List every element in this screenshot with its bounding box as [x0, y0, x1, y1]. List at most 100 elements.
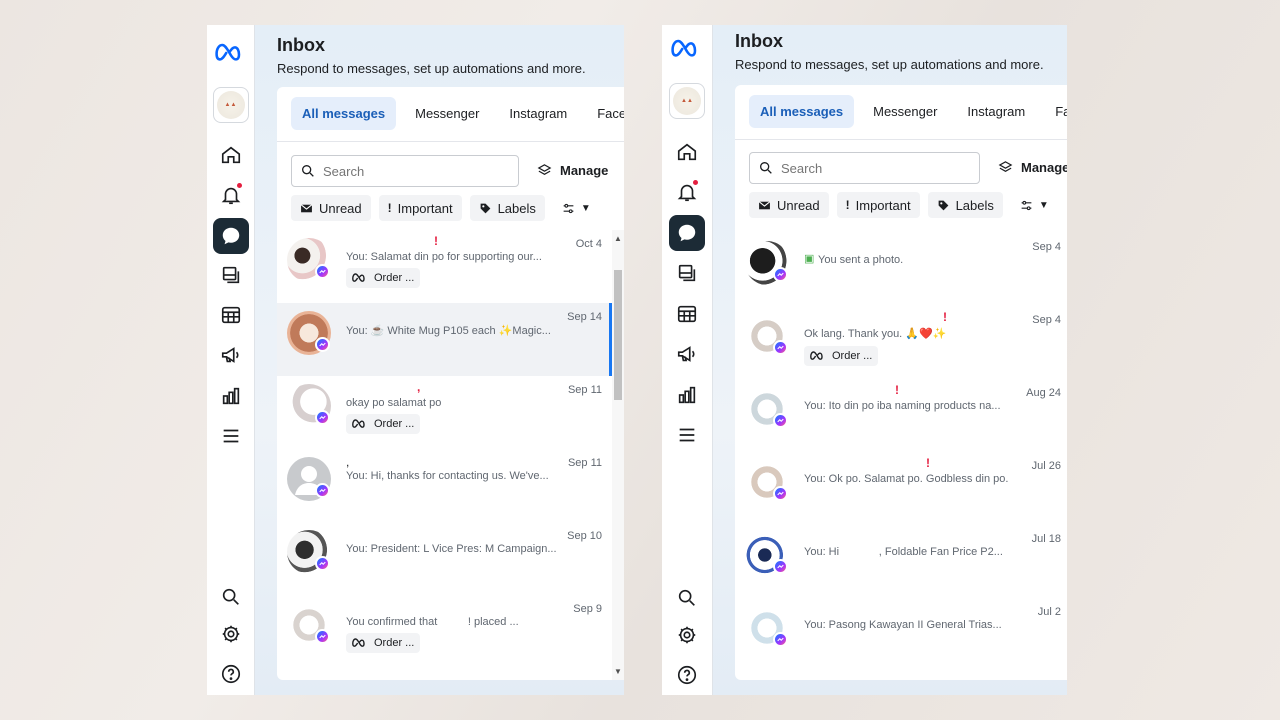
messenger-badge-icon	[773, 267, 788, 282]
scroll-down-arrow-icon[interactable]: ▼	[612, 667, 624, 676]
content-icon[interactable]	[669, 255, 705, 291]
search-rail-icon[interactable]	[669, 580, 705, 616]
menu-icon[interactable]	[669, 417, 705, 453]
messenger-badge-icon	[315, 264, 330, 279]
conversation-row[interactable]: ! Sep 4 Ok lang. Thank you. 🙏❤️✨ Order .…	[735, 306, 1067, 379]
order-chip[interactable]: Order ...	[346, 414, 421, 434]
megaphone-icon[interactable]	[669, 336, 705, 372]
unread-filter[interactable]: Unread	[291, 195, 371, 221]
tab-all-messages[interactable]: All messages	[291, 97, 397, 130]
page-avatar[interactable]: ▲▲	[669, 83, 705, 119]
tag-icon	[938, 200, 948, 210]
unread-label: Unread	[319, 200, 362, 216]
conversation-row[interactable]: , Sep 11 okay po salamat po Order ...	[277, 376, 612, 449]
page-avatar[interactable]: ▲▲	[212, 87, 249, 123]
help-icon[interactable]	[669, 657, 705, 693]
envelope-icon	[758, 200, 771, 209]
contact-name: ,	[346, 455, 350, 469]
order-chip[interactable]: Order ...	[346, 633, 421, 653]
conversation-row[interactable]: Jul 2 You: Pasong Kawayan II General Tri…	[735, 598, 1067, 671]
content-icon[interactable]	[213, 257, 249, 293]
meta-logo-icon[interactable]	[213, 35, 249, 71]
conversation-row[interactable]: Jul 18 You: Hi , Foldable Fan Price P2..…	[735, 525, 1067, 598]
labels-filter[interactable]: Labels	[927, 192, 1003, 218]
settings-gear-icon[interactable]	[213, 616, 249, 652]
manage-button[interactable]: Manage	[998, 160, 1067, 175]
order-label: Order ...	[374, 637, 415, 649]
channel-tabs: All messages Messenger Instagram Fa	[749, 95, 1067, 128]
search-box[interactable]	[291, 155, 519, 187]
planner-table-icon[interactable]	[669, 296, 705, 332]
important-mark-icon: !	[434, 234, 438, 248]
inbox-chat-icon[interactable]	[212, 218, 249, 254]
important-filter[interactable]: ! Important	[836, 192, 920, 218]
manage-button[interactable]: Manage	[537, 163, 608, 178]
inbox-chat-icon[interactable]	[669, 215, 705, 251]
conversation-row[interactable]: Sep 9 You confirmed that ! placed ... Or…	[277, 595, 612, 668]
menu-icon[interactable]	[213, 418, 249, 454]
exclamation-icon: !	[387, 201, 392, 215]
search-box[interactable]	[749, 152, 980, 184]
scroll-up-arrow-icon[interactable]: ▲	[612, 234, 624, 243]
home-icon[interactable]	[213, 137, 249, 173]
insights-bar-chart-icon[interactable]	[213, 378, 249, 414]
conversation-date: Sep 4	[1032, 314, 1061, 326]
conversation-row[interactable]: Sep 10 You: President: L Vice Pres: M Ca…	[277, 522, 612, 595]
search-input[interactable]	[781, 160, 951, 176]
home-icon[interactable]	[669, 134, 705, 170]
inbox-card: All messages Messenger Instagram Faceb M…	[277, 87, 624, 680]
search-rail-icon[interactable]	[213, 579, 249, 615]
conversation-row[interactable]: Sep 4 You sent a photo. ▣	[735, 233, 1067, 306]
help-icon[interactable]	[213, 656, 249, 692]
settings-gear-icon[interactable]	[669, 617, 705, 653]
bell-icon[interactable]	[213, 177, 249, 213]
conversation-scrollbar[interactable]: ▲ ▼	[612, 230, 624, 680]
order-chip[interactable]: Order ...	[346, 268, 421, 288]
conversation-row-selected[interactable]: Sep 14 You: ☕ White Mug P105 each ✨Magic…	[277, 303, 612, 376]
important-mark-icon: ,	[417, 380, 421, 394]
meta-order-icon	[352, 638, 365, 647]
labels-filter[interactable]: Labels	[469, 195, 545, 221]
order-label: Order ...	[374, 272, 415, 284]
bell-icon[interactable]	[669, 174, 705, 210]
insights-bar-chart-icon[interactable]	[669, 377, 705, 413]
message-preview: You: Hi, thanks for contacting us. We've…	[346, 470, 549, 482]
conversation-row[interactable]: ! Oct 4 You: Salamat din po for supporti…	[277, 230, 612, 303]
tab-messenger[interactable]: Messenger	[404, 97, 490, 130]
tab-all-messages[interactable]: All messages	[749, 95, 855, 128]
envelope-icon	[300, 203, 313, 212]
important-filter[interactable]: ! Important	[378, 195, 462, 221]
tab-instagram[interactable]: Instagram	[498, 97, 578, 130]
unread-filter[interactable]: Unread	[749, 192, 829, 218]
message-preview: You: ☕ White Mug P105 each ✨Magic...	[346, 325, 551, 337]
planner-table-icon[interactable]	[213, 297, 249, 333]
conversation-row[interactable]: , Sep 11 You: Hi, thanks for contacting …	[277, 449, 612, 522]
filter-options-button[interactable]: ▼	[553, 195, 600, 221]
megaphone-icon[interactable]	[213, 337, 249, 373]
exclamation-icon: !	[845, 198, 850, 212]
order-chip[interactable]: Order ...	[804, 346, 879, 366]
tab-instagram[interactable]: Instagram	[956, 95, 1036, 128]
tab-facebook[interactable]: Fa	[1044, 95, 1067, 128]
conversation-row[interactable]: ! Aug 24 You: Ito din po iba naming prod…	[735, 379, 1067, 452]
notification-dot	[236, 183, 242, 188]
tabs-divider	[277, 141, 624, 142]
meta-order-icon	[352, 419, 365, 428]
meta-order-icon	[352, 273, 365, 282]
search-input[interactable]	[323, 163, 493, 179]
filter-options-button[interactable]: ▼	[1011, 192, 1058, 218]
meta-logo-icon[interactable]	[669, 31, 705, 67]
page-avatar-image: ▲▲	[216, 91, 245, 119]
tab-messenger[interactable]: Messenger	[862, 95, 948, 128]
page-title: Inbox	[735, 31, 783, 51]
conversation-list: Sep 4 You sent a photo. ▣ ! Sep 4 Ok lan…	[735, 233, 1067, 680]
tab-facebook[interactable]: Faceb	[586, 97, 624, 130]
message-preview: You confirmed that ! placed ...	[346, 616, 519, 628]
chevron-down-icon: ▼	[1038, 199, 1049, 211]
conversation-row[interactable]: ! Jul 26 You: Ok po. Salamat po. Godbles…	[735, 452, 1067, 525]
important-label: Important	[397, 200, 453, 216]
conversation-date: Aug 24	[1026, 387, 1061, 399]
inbox-panel-right: ▲▲ Inbox Respond to messages, set up aut…	[662, 25, 1067, 695]
scrollbar-thumb[interactable]	[614, 270, 622, 400]
nav-rail: ▲▲	[662, 25, 713, 695]
